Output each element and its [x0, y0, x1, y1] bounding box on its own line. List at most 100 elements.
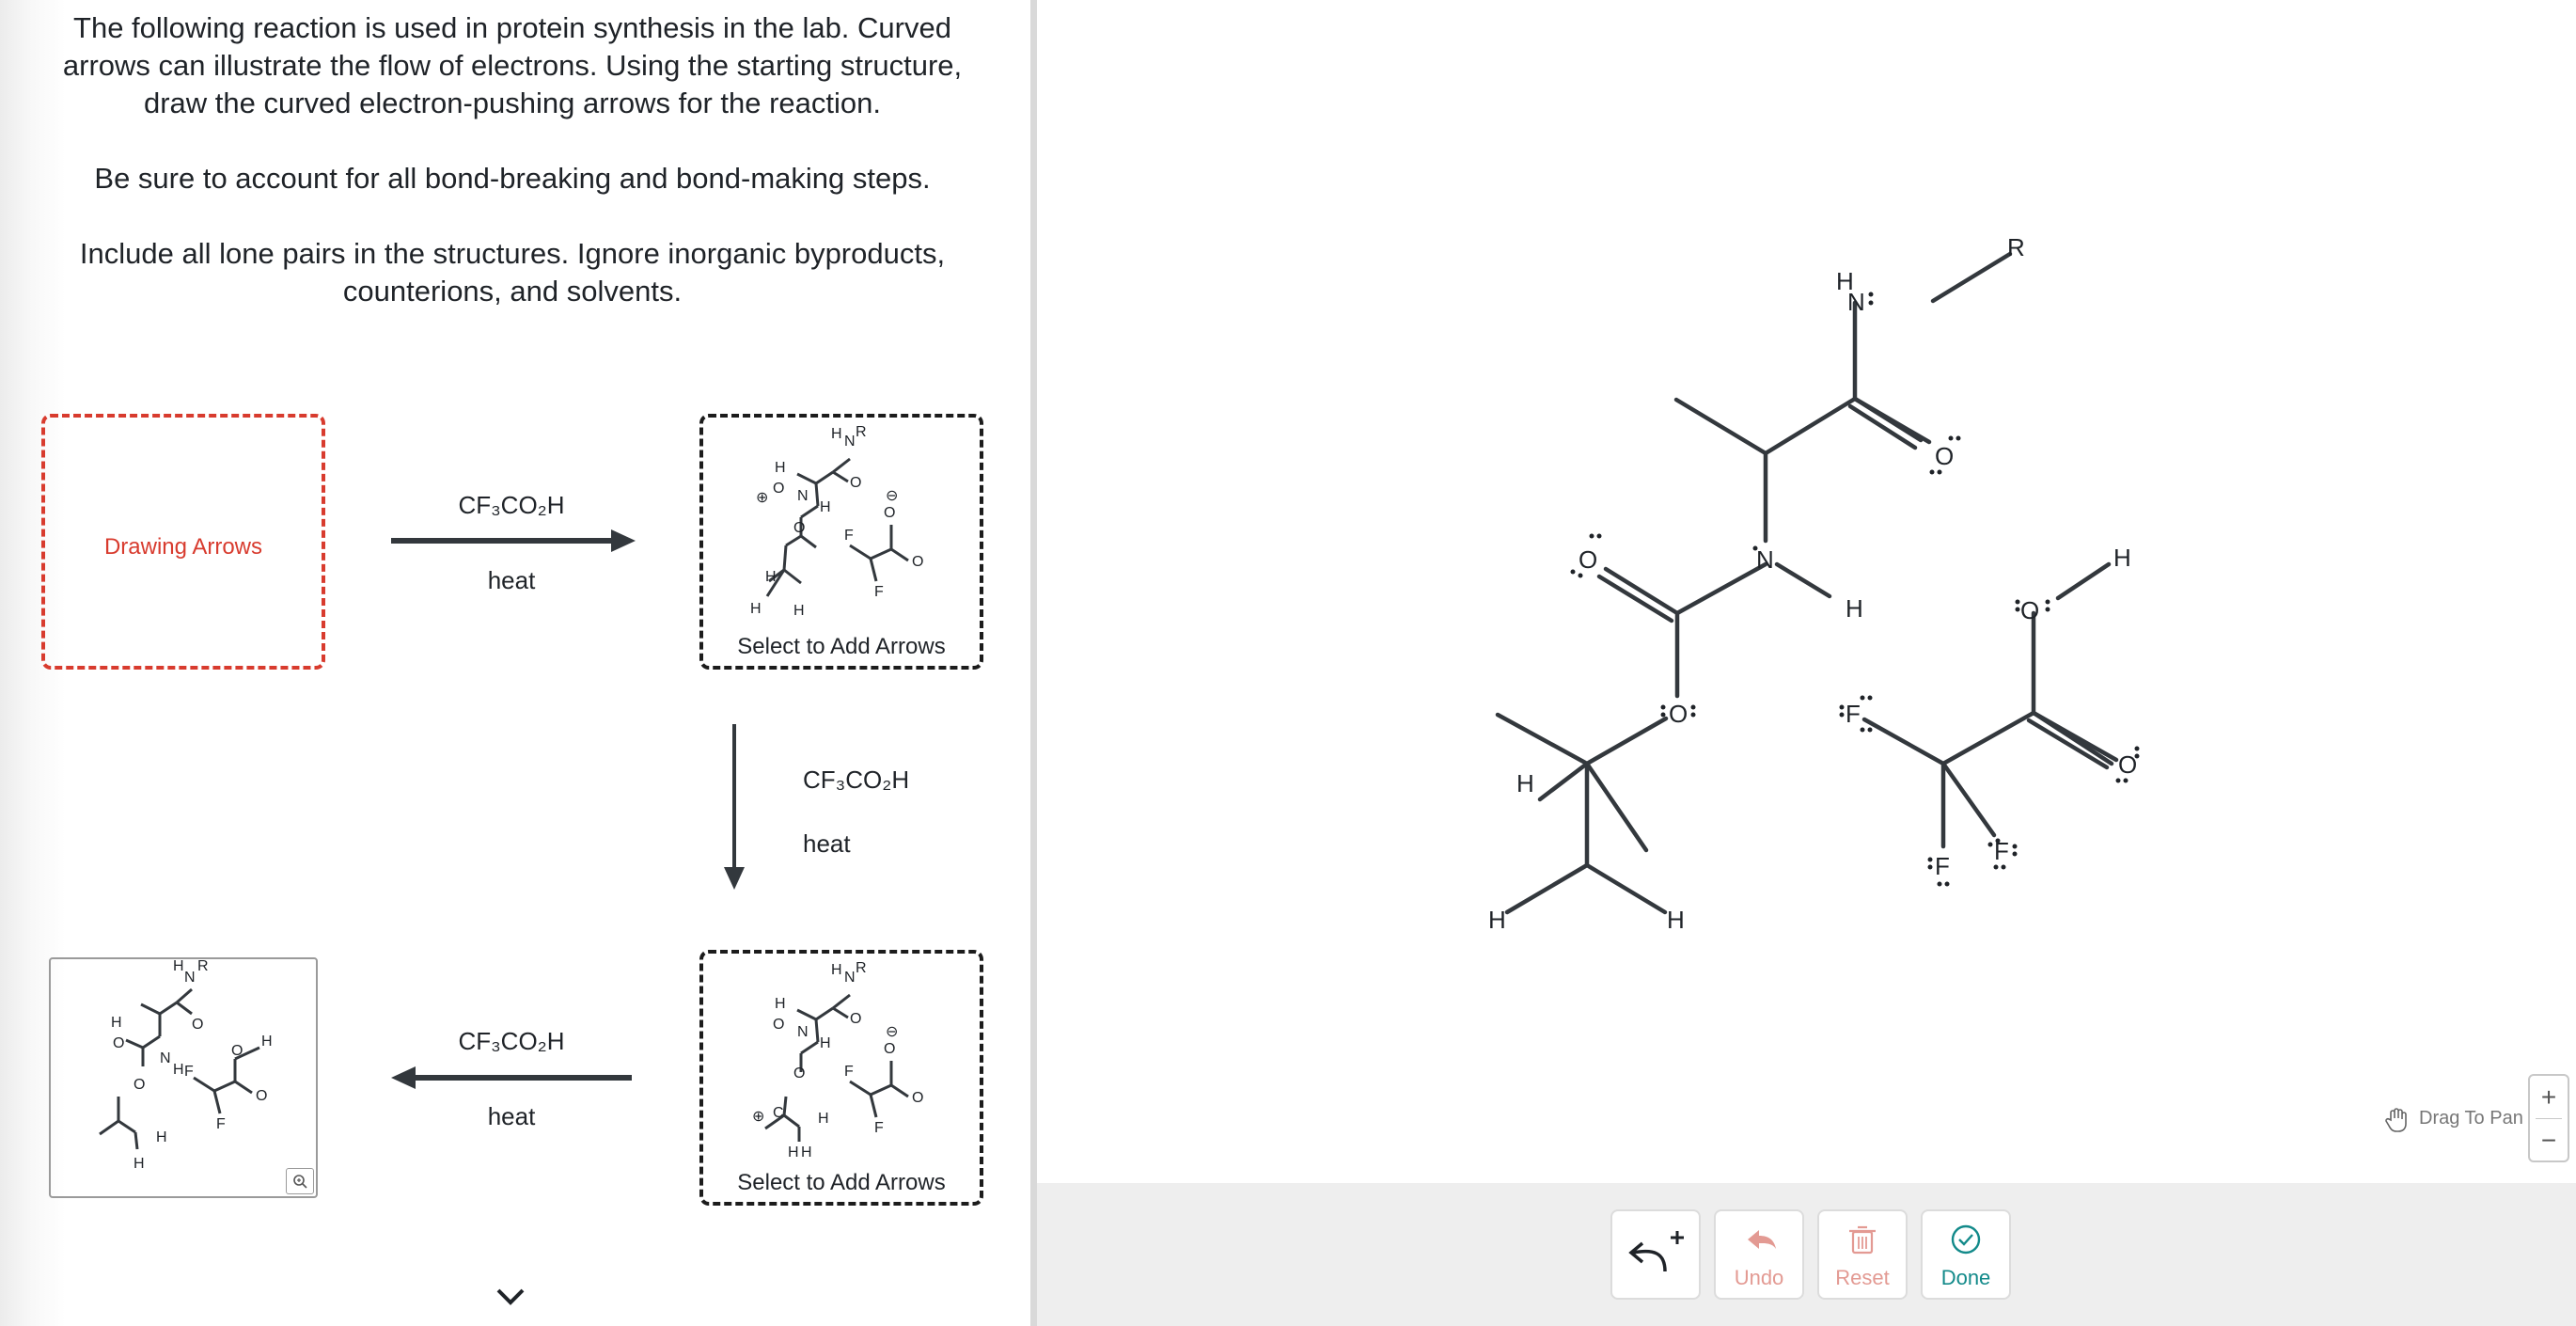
svg-text:H: H — [820, 499, 831, 515]
step2-condition: heat — [803, 829, 851, 858]
svg-text:O: O — [2118, 750, 2137, 779]
instruction-paragraph-1: The following reaction is used in protei… — [62, 11, 963, 119]
svg-text:R: R — [197, 959, 209, 974]
svg-text:N: N — [1847, 288, 1865, 316]
product-structure-box[interactable]: H N R O H O N H O O H F O F H H — [49, 957, 318, 1198]
step1-reagent: CF₃CO₂H — [458, 491, 565, 519]
svg-text:O: O — [134, 1077, 145, 1093]
instruction-paragraph-2: Be sure to account for all bond-breaking… — [94, 162, 931, 195]
svg-text:H: H — [765, 569, 777, 585]
svg-text:O: O — [912, 554, 923, 570]
svg-text:O: O — [793, 520, 805, 536]
reset-button[interactable]: Reset — [1817, 1209, 1908, 1300]
check-circle-icon — [1951, 1224, 1981, 1255]
svg-text:N: N — [797, 488, 809, 504]
svg-text:H: H — [156, 1129, 167, 1145]
zoom-out-button[interactable]: − — [2530, 1119, 2568, 1161]
svg-text:O: O — [2020, 596, 2039, 624]
step-box-intermediate-1[interactable]: H N R O H O ⊕ N H O ⊖ O F O F H H H Sele… — [699, 414, 983, 670]
svg-text:F: F — [844, 528, 854, 544]
done-button[interactable]: Done — [1921, 1209, 2011, 1300]
svg-text:F: F — [216, 1116, 226, 1132]
svg-text:H: H — [1846, 594, 1863, 623]
svg-text:⊖: ⊖ — [886, 488, 898, 504]
step3-condition: heat — [487, 1102, 536, 1130]
instruction-paragraph-3: Include all lone pairs in the structures… — [79, 237, 946, 308]
svg-text:N: N — [844, 970, 856, 986]
svg-text:H: H — [818, 1111, 829, 1127]
step3-reaction-arrow — [391, 1066, 632, 1089]
svg-text:H: H — [134, 1156, 145, 1172]
zoom-controls: + − — [2528, 1074, 2569, 1162]
svg-text:⊕: ⊕ — [752, 1109, 764, 1125]
svg-text:O: O — [793, 1066, 805, 1081]
svg-text:⊖: ⊖ — [886, 1024, 898, 1040]
svg-text:F: F — [874, 584, 884, 600]
svg-text:H: H — [261, 1034, 273, 1050]
drag-to-pan-label: Drag To Pan — [2419, 1108, 2523, 1129]
zoom-in-button[interactable]: + — [2530, 1076, 2568, 1118]
svg-text:N: N — [160, 1050, 171, 1066]
svg-text:O: O — [192, 1017, 203, 1033]
svg-text:F: F — [1846, 700, 1861, 728]
undo-icon — [1748, 1230, 1776, 1249]
svg-text:N: N — [184, 970, 196, 986]
select-to-add-arrows-label-2: Select to Add Arrows — [737, 1170, 946, 1195]
svg-text:H: H — [1488, 906, 1506, 934]
svg-text:O: O — [1579, 545, 1597, 574]
svg-text:O: O — [850, 475, 861, 491]
svg-text:H: H — [831, 962, 842, 978]
svg-text:H: H — [793, 603, 805, 619]
curved-arrow-icon — [1628, 1231, 1684, 1272]
svg-text:⊕: ⊕ — [756, 490, 768, 506]
svg-text:H: H — [2113, 544, 2131, 572]
starting-structure: H N R O N H O O H H H O H F O F F — [1488, 233, 2140, 934]
svg-text:O: O — [850, 1011, 861, 1027]
undo-button[interactable]: Undo — [1714, 1209, 1804, 1300]
svg-text:R: R — [856, 960, 867, 976]
step3-reagent: CF₃CO₂H — [458, 1027, 565, 1055]
question-panel: The following reaction is used in protei… — [0, 0, 1030, 1326]
svg-text:F: F — [1935, 852, 1950, 880]
panel-divider[interactable] — [1030, 0, 1037, 1326]
svg-text:O: O — [1669, 700, 1688, 728]
svg-text:O: O — [884, 505, 895, 521]
svg-text:H: H — [831, 426, 842, 442]
toolbar: Undo Reset Done — [1037, 1183, 2576, 1326]
expand-structure-button[interactable] — [286, 1168, 314, 1194]
svg-text:H: H — [788, 1144, 799, 1160]
svg-text:O: O — [113, 1035, 124, 1051]
drawing-canvas[interactable]: H N R O N H O O H H H O H F O F F Drag T… — [1037, 0, 2576, 1326]
step2-reaction-arrow — [724, 724, 745, 890]
svg-text:H: H — [1516, 769, 1534, 797]
step1-reaction-arrow — [391, 529, 636, 552]
svg-text:O: O — [912, 1090, 923, 1106]
step-box-intermediate-2[interactable]: H N R O H O N H O ⊖ O F O F ⊕ C H H H Se — [699, 950, 983, 1206]
hand-icon — [2385, 1108, 2407, 1132]
svg-text:O: O — [1935, 442, 1954, 470]
add-curved-arrow-button[interactable] — [1610, 1209, 1701, 1300]
step1-condition: heat — [487, 566, 536, 594]
svg-text:H: H — [750, 601, 762, 617]
magnify-icon — [293, 1175, 307, 1189]
svg-text:H: H — [1667, 906, 1685, 934]
svg-text:H: H — [775, 996, 786, 1012]
svg-text:R: R — [2007, 233, 2025, 261]
svg-text:O: O — [256, 1088, 267, 1104]
step-box-starting-structure[interactable]: Drawing Arrows — [41, 414, 325, 670]
product-structure: H N R O H O N H O O H F O F H H — [99, 959, 273, 1172]
svg-text:H: H — [775, 460, 786, 476]
svg-text:O: O — [773, 481, 784, 497]
drawing-arrows-label: Drawing Arrows — [103, 534, 263, 560]
svg-text:C: C — [773, 1105, 784, 1121]
intermediate-2-structure: H N R O H O N H O ⊖ O F O F ⊕ C H H H — [752, 960, 923, 1160]
reset-label: Reset — [1835, 1266, 1890, 1289]
trash-icon — [1849, 1225, 1876, 1255]
step2-reagent: CF₃CO₂H — [803, 766, 910, 794]
undo-label: Undo — [1734, 1266, 1784, 1289]
chevron-down-icon[interactable] — [495, 1287, 526, 1307]
svg-text:O: O — [231, 1043, 243, 1059]
svg-text:O: O — [773, 1017, 784, 1033]
svg-text:H: H — [801, 1144, 812, 1160]
svg-text:F: F — [184, 1064, 194, 1080]
